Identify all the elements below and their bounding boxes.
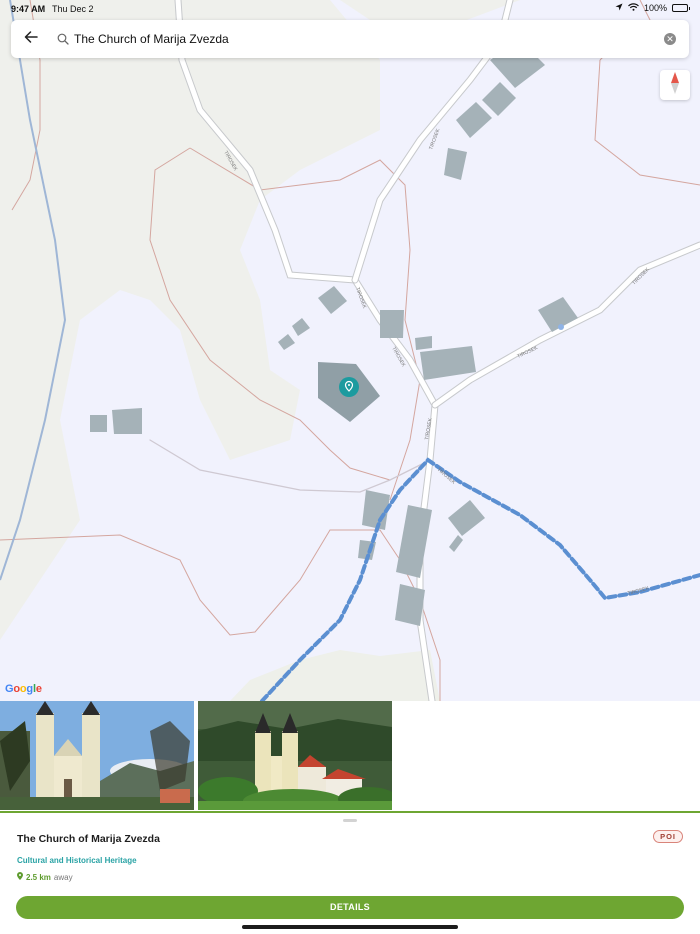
- location-arrow-icon: [615, 3, 623, 13]
- back-button[interactable]: [11, 20, 51, 58]
- distance-value: 2.5 km: [26, 872, 51, 882]
- poi-category[interactable]: Cultural and Historical Heritage: [17, 856, 137, 865]
- wifi-icon: [628, 3, 639, 13]
- clear-search-button[interactable]: ✕: [664, 33, 676, 45]
- battery-icon: [672, 4, 690, 12]
- church-photo-1[interactable]: [0, 701, 194, 810]
- google-logo: Google: [5, 683, 42, 695]
- poi-title: The Church of Marija Zvezda: [17, 833, 160, 845]
- home-indicator: [242, 925, 458, 929]
- distance-suffix: away: [53, 872, 73, 882]
- map-pin-icon: [17, 872, 23, 882]
- status-indicators: 100%: [615, 3, 690, 13]
- poi-map-marker: [339, 377, 359, 397]
- sheet-drag-handle[interactable]: [343, 819, 357, 822]
- battery-percent: 100%: [643, 3, 667, 13]
- search-bar: The Church of Marija Zvezda ✕: [11, 20, 689, 58]
- search-icon: [57, 33, 69, 45]
- search-input[interactable]: The Church of Marija Zvezda: [74, 32, 664, 46]
- map-canvas[interactable]: TIROSEK TIROSEK TIROSEK TIROSEK TIROSEK …: [0, 0, 700, 701]
- compass-button[interactable]: [660, 70, 690, 100]
- details-button[interactable]: DETAILS: [16, 896, 684, 919]
- map-view[interactable]: TIROSEK TIROSEK TIROSEK TIROSEK TIROSEK …: [0, 0, 700, 701]
- poi-distance: 2.5 km away: [17, 872, 73, 882]
- status-date: Thu Dec 2: [52, 4, 94, 14]
- arrow-left-icon: [24, 30, 38, 48]
- poi-detail-sheet: The Church of Marija Zvezda POI Cultural…: [0, 811, 700, 934]
- church-photo-2[interactable]: [198, 701, 392, 810]
- compass-icon: [670, 71, 680, 100]
- poi-type-badge: POI: [653, 830, 683, 843]
- photo-strip: [0, 701, 700, 811]
- status-time: 9:47 AM: [11, 4, 46, 14]
- status-bar: 9:47 AM Thu Dec 2 100%: [0, 0, 700, 18]
